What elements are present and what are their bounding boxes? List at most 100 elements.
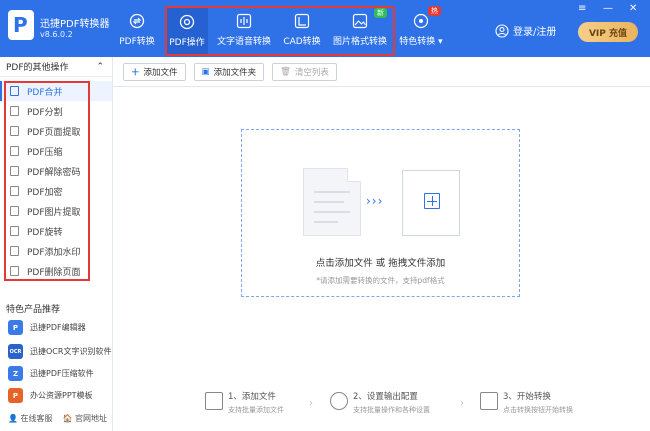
image-icon bbox=[351, 12, 369, 30]
close-icon[interactable]: ✕ bbox=[629, 3, 637, 14]
promo-label: 迅捷PDF编辑器 bbox=[30, 323, 86, 332]
nav-label: 文字语音转换 bbox=[216, 37, 271, 47]
website-label: 官网地址 bbox=[75, 414, 108, 423]
cad-icon bbox=[293, 12, 311, 30]
user-icon bbox=[495, 23, 509, 38]
promo-label: 迅捷OCR文字识别软件 bbox=[30, 347, 112, 356]
ppt-icon: P bbox=[8, 388, 23, 403]
convert-icon bbox=[128, 12, 146, 30]
unlock-icon bbox=[10, 166, 19, 176]
sidebar-item-watermark[interactable]: PDF添加水印 bbox=[0, 241, 112, 261]
nav-text-voice[interactable]: 文字语音转换 bbox=[214, 0, 274, 57]
support-label: 在线客服 bbox=[20, 414, 53, 423]
sidebar-item-rotate[interactable]: PDF旋转 bbox=[0, 221, 112, 241]
sidebar-item-extract-images[interactable]: PDF图片提取 bbox=[0, 201, 112, 221]
step-desc: 点击转换按钮开始转换 bbox=[503, 406, 573, 414]
arrows-icon: ››› bbox=[366, 194, 384, 208]
promo-item[interactable]: OCR 迅捷OCR文字识别软件 bbox=[8, 344, 111, 359]
support-link[interactable]: 👤 在线客服 bbox=[8, 413, 53, 424]
clear-list-button[interactable]: 🗑 清空列表 bbox=[272, 62, 337, 81]
step-desc: 支持批量操作和各种设置 bbox=[353, 406, 430, 414]
sidebar-item-compress[interactable]: PDF压缩 bbox=[0, 141, 112, 161]
app-name: 迅捷PDF转换器 bbox=[40, 19, 110, 30]
vip-button[interactable]: VIP 充值 bbox=[578, 22, 638, 42]
sidebar-item-merge[interactable]: PDF合并 bbox=[0, 81, 112, 101]
step-title: 2、设置输出配置 bbox=[353, 392, 418, 402]
hot-badge: 热 bbox=[428, 6, 441, 16]
dropzone-subhint: *请添加需要转换的文件，支持pdf格式 bbox=[316, 276, 445, 285]
pdf-editor-icon: P bbox=[8, 320, 23, 335]
minimize-icon[interactable]: — bbox=[603, 3, 613, 14]
file-dropzone[interactable]: ››› 点击添加文件 或 拖拽文件添加 *请添加需要转换的文件，支持pdf格式 bbox=[241, 129, 520, 297]
sidebar-item-label: PDF删除页面 bbox=[27, 267, 81, 278]
steps-guide: 1、添加文件 支持批量添加文件 › 2、设置输出配置支持批量操作和各种设置 › 3… bbox=[205, 390, 585, 420]
menu-icon[interactable]: ≡ bbox=[578, 3, 586, 14]
promo-title: 特色产品推荐 bbox=[6, 305, 61, 315]
promo-item[interactable]: Z 迅捷PDF压缩软件 bbox=[8, 366, 94, 381]
sidebar-item-split[interactable]: PDF分割 bbox=[0, 101, 112, 121]
separator: › bbox=[309, 398, 313, 409]
add-file-button[interactable]: ＋添加文件 bbox=[123, 62, 186, 81]
split-icon bbox=[10, 106, 19, 116]
folder-icon: ▣ bbox=[201, 66, 210, 77]
step-item: 3、开始转换点击转换按钮开始转换 bbox=[480, 390, 573, 415]
sidebar-item-label: PDF压缩 bbox=[27, 147, 63, 158]
add-folder-button[interactable]: ▣ 添加文件夹 bbox=[193, 62, 265, 81]
sidebar-title: PDF的其他操作 bbox=[6, 63, 69, 73]
compress-icon bbox=[10, 146, 19, 156]
promo-item[interactable]: P 迅捷PDF编辑器 bbox=[8, 320, 86, 335]
app-version: v8.6.0.2 bbox=[40, 30, 73, 39]
extract-icon bbox=[10, 126, 19, 136]
nav-pdf-operate[interactable]: PDF操作 bbox=[166, 7, 208, 55]
nav-label: PDF转换 bbox=[119, 37, 155, 47]
dropzone-hint: 点击添加文件 或 拖拽文件添加 bbox=[315, 258, 446, 269]
sidebar-item-label: PDF页面提取 bbox=[27, 127, 81, 138]
nav-label: 图片格式转换 bbox=[332, 37, 387, 47]
new-badge: 新 bbox=[374, 8, 387, 18]
toolbar: ＋添加文件 ▣ 添加文件夹 🗑 清空列表 bbox=[113, 57, 650, 87]
sidebar-item-delete-pages[interactable]: PDF删除页面 bbox=[0, 261, 112, 281]
featured-icon bbox=[412, 12, 430, 30]
add-file-icon[interactable] bbox=[402, 170, 460, 236]
website-link[interactable]: 🏠 官网地址 bbox=[63, 413, 108, 424]
soundwave-icon bbox=[235, 12, 253, 30]
nav-label: CAD转换 bbox=[283, 37, 321, 47]
operate-icon bbox=[178, 13, 196, 31]
nav-label: PDF操作 bbox=[169, 38, 205, 48]
top-bar: P 迅捷PDF转换器 v8.6.0.2 PDF转换 PDF操作 文字语音转换 C… bbox=[0, 0, 650, 57]
settings-icon bbox=[330, 392, 348, 410]
watermark-icon bbox=[10, 246, 19, 256]
sidebar-item-label: PDF合并 bbox=[27, 87, 63, 98]
trash-icon: 🗑 bbox=[280, 66, 291, 77]
sidebar-item-extract-pages[interactable]: PDF页面提取 bbox=[0, 121, 112, 141]
sidebar-item-remove-password[interactable]: PDF解除密码 bbox=[0, 161, 112, 181]
image-icon bbox=[10, 206, 19, 216]
sidebar-item-label: PDF添加水印 bbox=[27, 247, 81, 258]
bottom-links: 👤 在线客服 🏠 官网地址 bbox=[8, 413, 107, 424]
login-label: 登录/注册 bbox=[513, 27, 557, 38]
step-title: 1、添加文件 bbox=[228, 392, 276, 402]
shield-icon bbox=[10, 186, 19, 196]
promo-item[interactable]: P 办公资源PPT模板 bbox=[8, 388, 93, 403]
nav-pdf-convert[interactable]: PDF转换 bbox=[112, 0, 162, 57]
sidebar-header[interactable]: PDF的其他操作 ⌃ bbox=[0, 57, 112, 77]
login-link[interactable]: 登录/注册 bbox=[495, 23, 556, 38]
merge-icon bbox=[10, 86, 19, 96]
add-folder-label: 添加文件夹 bbox=[213, 67, 257, 78]
sidebar-item-label: PDF图片提取 bbox=[27, 207, 81, 218]
separator: › bbox=[460, 398, 464, 409]
rotate-icon bbox=[10, 226, 19, 236]
step-title: 3、开始转换 bbox=[503, 392, 551, 402]
nav-label: 特色转换 ▾ bbox=[399, 37, 443, 47]
app-logo: P bbox=[8, 10, 34, 40]
nav-cad-convert[interactable]: CAD转换 bbox=[280, 0, 324, 57]
clear-list-label: 清空列表 bbox=[294, 67, 329, 78]
sidebar-item-encrypt[interactable]: PDF加密 bbox=[0, 181, 112, 201]
compress-app-icon: Z bbox=[8, 366, 23, 381]
chevron-up-icon: ⌃ bbox=[96, 61, 104, 72]
document-icon bbox=[303, 168, 361, 236]
sidebar-item-label: PDF分割 bbox=[27, 107, 63, 118]
promo-label: 办公资源PPT模板 bbox=[30, 391, 93, 400]
step-item: 1、添加文件 支持批量添加文件 bbox=[205, 390, 284, 415]
sidebar-item-label: PDF加密 bbox=[27, 187, 63, 198]
